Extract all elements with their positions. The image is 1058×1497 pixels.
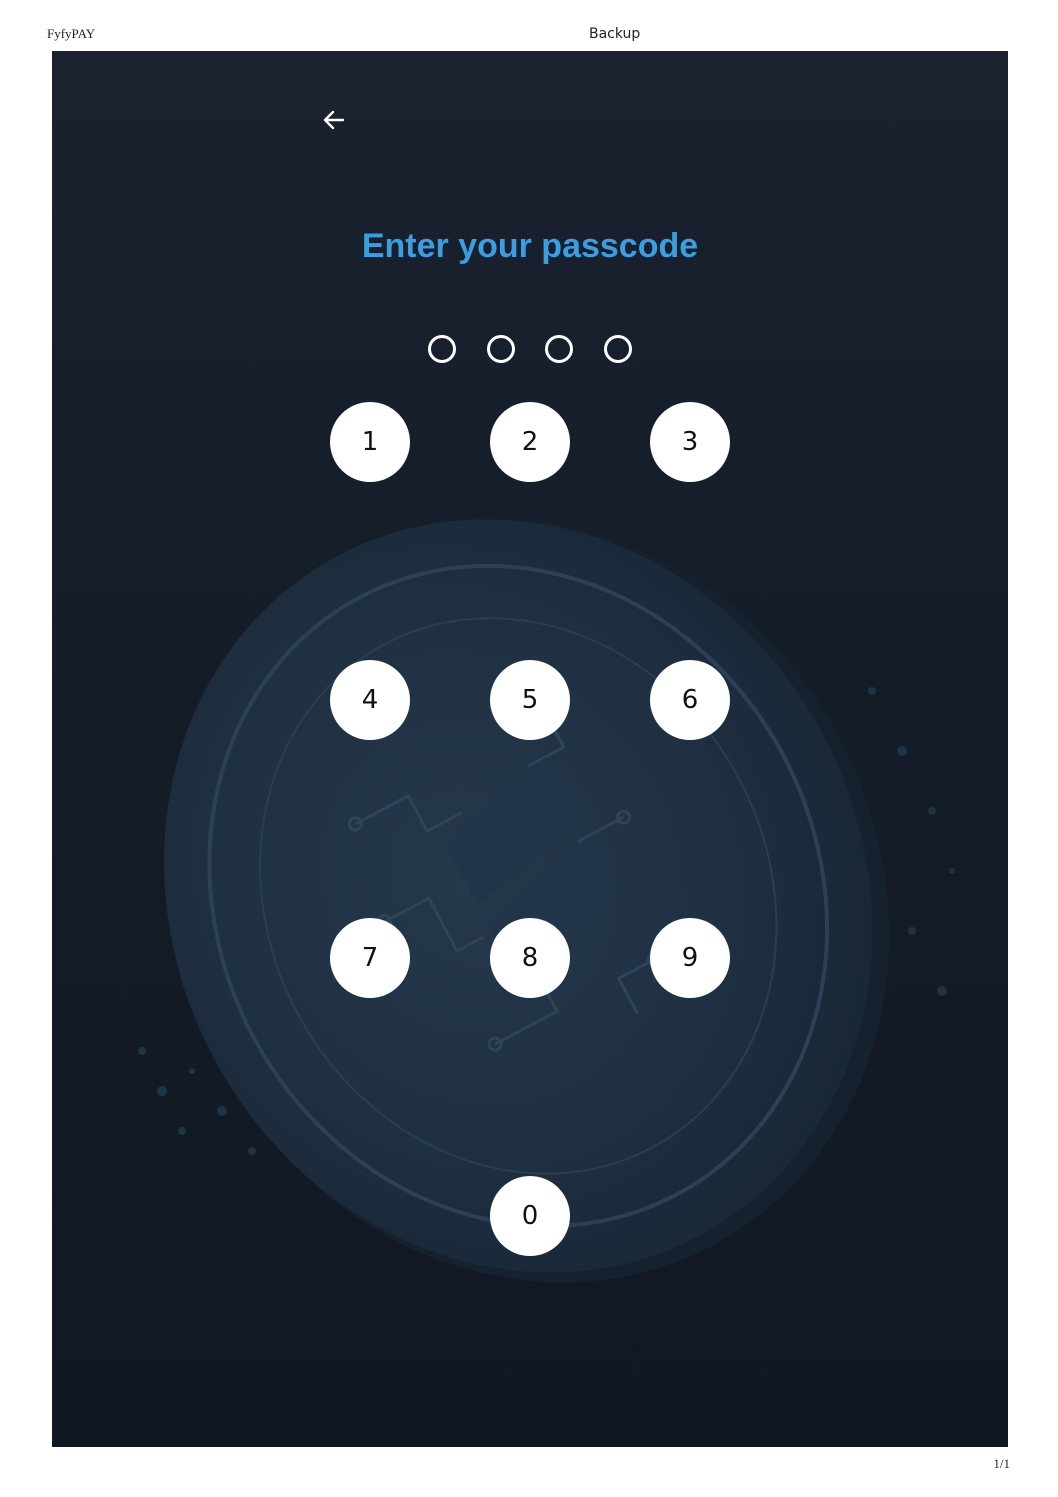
- passcode-dot: [428, 335, 456, 363]
- back-button[interactable]: [317, 103, 351, 137]
- keypad-key-6[interactable]: 6: [650, 660, 730, 740]
- keypad-key-5[interactable]: 5: [490, 660, 570, 740]
- passcode-title: Enter your passcode: [361, 227, 699, 265]
- keypad-key-1[interactable]: 1: [330, 402, 410, 482]
- keypad-key-3[interactable]: 3: [650, 402, 730, 482]
- passcode-indicator: [428, 335, 632, 363]
- keypad-key-8[interactable]: 8: [490, 918, 570, 998]
- keypad-key-9[interactable]: 9: [650, 918, 730, 998]
- keypad-key-4[interactable]: 4: [330, 660, 410, 740]
- passcode-dot: [545, 335, 574, 363]
- keypad-key-7[interactable]: 7: [330, 918, 410, 998]
- page-title: Backup: [589, 26, 641, 42]
- keypad-key-0[interactable]: 0: [490, 1176, 570, 1256]
- app-name: FyfyPAY: [47, 26, 96, 41]
- passcode-dot: [603, 335, 632, 363]
- keypad-key-2[interactable]: 2: [490, 402, 570, 482]
- arrow-left-icon: [323, 110, 345, 130]
- page-number: 1/1: [993, 1456, 1010, 1471]
- passcode-screen: Enter your passcode 1 2 3 4 5 6 7 8 9 0: [52, 51, 1008, 1447]
- passcode-dot: [486, 335, 515, 363]
